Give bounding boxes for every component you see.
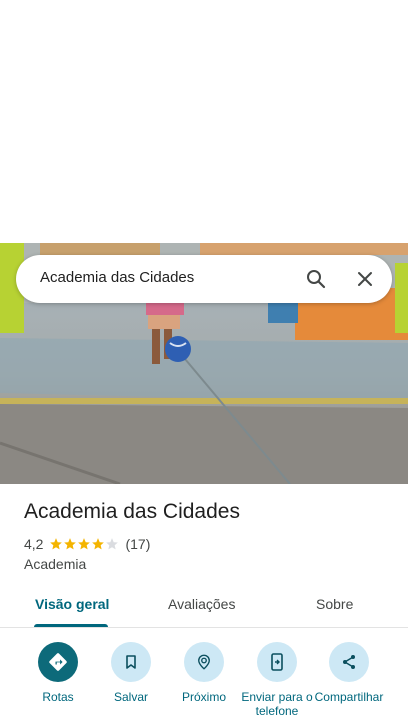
place-category[interactable]: Academia — [24, 556, 86, 572]
star-filled-icon — [92, 538, 105, 550]
tab-active-indicator — [34, 624, 108, 627]
close-icon[interactable] — [353, 267, 377, 291]
rating-stars — [49, 537, 119, 551]
rating-value: 4,2 — [24, 536, 44, 552]
directions-label: Rotas — [42, 690, 74, 704]
tab-about[interactable]: Sobre — [316, 596, 353, 612]
save-label: Salvar — [113, 690, 148, 704]
search-query[interactable]: Academia das Cidades — [40, 269, 194, 286]
directions-icon[interactable] — [38, 642, 78, 682]
nearby-label: Próximo — [181, 690, 226, 704]
star-filled-icon — [64, 538, 77, 550]
star-empty-icon — [106, 538, 119, 550]
directions-button[interactable]: Rotas — [18, 640, 98, 704]
share-icon[interactable] — [329, 642, 369, 682]
send-to-phone-button[interactable]: Enviar para o telefone — [237, 640, 317, 718]
share-button[interactable]: Compartilhar — [309, 640, 389, 704]
search-bar[interactable]: Academia das Cidades — [16, 255, 392, 303]
action-bar: Rotas Salvar Próximo Enviar para o telef… — [0, 640, 408, 726]
place-details-screen: Academia das Cidades Academia das Cidade… — [0, 0, 408, 726]
share-label: Compartilhar — [314, 690, 384, 704]
send-to-phone-icon[interactable] — [257, 642, 297, 682]
tab-overview[interactable]: Visão geral — [35, 596, 109, 612]
save-button[interactable]: Salvar — [91, 640, 171, 704]
tab-bar: Visão geral Avaliações Sobre — [0, 584, 408, 628]
review-count: (17) — [125, 536, 151, 552]
tab-reviews[interactable]: Avaliações — [168, 596, 235, 612]
place-title: Academia das Cidades — [24, 500, 240, 523]
bookmark-icon[interactable] — [111, 642, 151, 682]
nearby-icon[interactable] — [184, 642, 224, 682]
search-icon[interactable] — [304, 267, 328, 291]
rating-row[interactable]: 4,2 (17) — [24, 535, 150, 553]
star-filled-icon — [78, 538, 91, 550]
nearby-button[interactable]: Próximo — [164, 640, 244, 704]
send-to-phone-label: Enviar para o telefone — [241, 690, 313, 718]
star-filled-icon — [50, 538, 63, 550]
